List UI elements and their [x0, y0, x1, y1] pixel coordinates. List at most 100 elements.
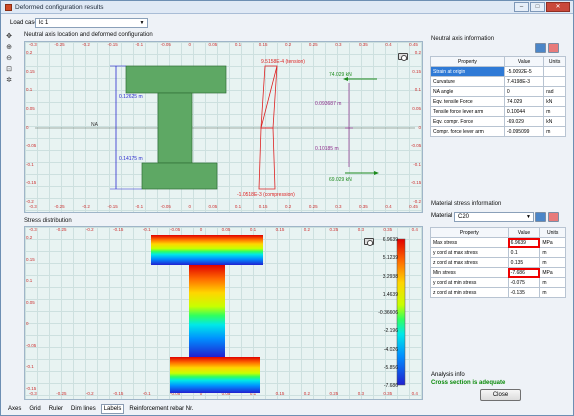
property-cell: z cord at min stress	[430, 287, 509, 298]
title-bar: Deformed configuration results – □ ✕	[1, 1, 573, 14]
table-row[interactable]: Strain at origin -5.0092E-5	[430, 66, 566, 77]
force-top-label: 74.029 kN	[329, 72, 352, 78]
table-row[interactable]: Tensile force lever arm 0.10044 m	[430, 106, 566, 117]
neutral-info-table: Property Value Units Strain at origin -5.00…	[430, 56, 566, 137]
chevron-down-icon: ▼	[139, 20, 145, 26]
units-cell: rad	[543, 86, 566, 97]
view-tab[interactable]: Ruler	[46, 404, 66, 414]
load-case-label: Load case	[10, 20, 38, 26]
strain-bottom-label: -1.0518E-3 (compression)	[237, 192, 295, 198]
top-flange	[125, 65, 227, 94]
units-cell	[543, 66, 566, 77]
na-label: NA	[91, 122, 99, 128]
property-cell: y cord at min stress	[430, 277, 509, 288]
zoom-window-icon[interactable]: ⊡	[5, 66, 13, 74]
table-row[interactable]: Min stress -7.686 MPa	[430, 267, 566, 278]
stress-plot[interactable]: -0.3 -0.25 -0.2 -0.15 -0.1 -0.05 0 0.05 0.1 0.15 0…	[24, 226, 423, 400]
units-cell: kN	[543, 96, 566, 107]
neutral-info-title: Neutral axis information	[431, 36, 495, 42]
close-window-button[interactable]: ✕	[546, 2, 570, 12]
units-cell: MPa	[539, 237, 566, 248]
col-property: Property	[430, 56, 505, 67]
view-tab[interactable]: Axes	[5, 404, 24, 414]
value-cell: 6.9639	[507, 237, 541, 248]
table-row[interactable]: NA angle 0 rad	[430, 86, 566, 97]
compression-force-head	[374, 171, 379, 175]
property-cell: NA angle	[430, 86, 505, 97]
info-panel: Neutral axis information Property Value Un…	[428, 30, 569, 401]
view-tab[interactable]: Reinforcement rebar Nr.	[126, 404, 196, 414]
table-row[interactable]: z cord at min stress -0.135 m	[430, 287, 566, 298]
property-cell: Tensile force lever arm	[430, 106, 505, 117]
chevron-down-icon: ▼	[526, 214, 531, 220]
view-toolbar: ✥ ⊕ ⊖ ⊡ ✲	[5, 33, 15, 88]
colorbar-label: 6.9639	[382, 237, 398, 243]
table-row[interactable]: z cord at max stress 0.135 m	[430, 257, 566, 268]
property-cell: y cord at max stress	[430, 247, 509, 258]
zoom-in-icon[interactable]: ⊕	[5, 44, 13, 52]
stress-drawing	[151, 235, 406, 393]
table-row[interactable]: y cord at max stress 0.1 m	[430, 247, 566, 258]
units-cell: kN	[543, 116, 566, 127]
property-cell: Strain at origin	[430, 66, 505, 77]
section-drawing: 0.12625 m 0.14175 m NA 9.5158E-4 (tensio…	[35, 59, 415, 198]
maximize-button[interactable]: □	[530, 2, 545, 12]
col-property: Property	[430, 227, 509, 238]
units-cell: m	[539, 277, 566, 288]
pan-icon[interactable]: ✥	[5, 33, 13, 41]
material-info-table: Property Value Units Max stress 6.9639 MPa y …	[430, 227, 566, 298]
zoom-out-icon[interactable]: ⊖	[5, 55, 13, 63]
load-case-select[interactable]: lc 1 ▼	[35, 18, 148, 28]
zoom-extents-icon[interactable]: ✲	[5, 77, 13, 85]
value-cell: -0.095099	[503, 126, 545, 137]
value-cell: 7.4198E-3	[503, 76, 545, 87]
property-cell: z cord at max stress	[430, 257, 509, 268]
dim-label-top: 0.12625 m	[119, 94, 143, 100]
dim-label-bottom: 0.14175 m	[119, 156, 143, 162]
stress-section-title: Stress distribution	[24, 218, 72, 224]
material-value: C20	[458, 214, 470, 220]
minimize-button[interactable]: –	[514, 2, 529, 12]
table-row[interactable]: Curvature 7.4198E-3	[430, 76, 566, 87]
value-cell: -5.0092E-5	[503, 66, 545, 77]
units-cell: MPa	[539, 267, 566, 278]
table-row[interactable]: Max stress 6.9639 MPa	[430, 237, 566, 248]
col-units: Units	[539, 227, 566, 238]
strain-compression	[258, 127, 276, 190]
app-icon	[5, 3, 12, 11]
results-window: Deformed configuration results – □ ✕ Loa…	[0, 0, 574, 416]
analysis-result: Cross section is adequate	[431, 380, 506, 386]
copy-icon[interactable]	[535, 43, 546, 53]
force-bottom-label: 69.029 kN	[329, 177, 352, 183]
col-value: Value	[507, 227, 541, 238]
view-tab[interactable]: Dim lines	[68, 404, 99, 414]
units-cell: m	[539, 257, 566, 268]
view-options-bar: Axes Grid Ruler Dim lines Labels Reinforcemen…	[5, 404, 196, 414]
property-cell: Max stress	[430, 237, 509, 248]
colorbar-label: -5.856	[383, 364, 398, 371]
export-icon[interactable]	[548, 43, 559, 53]
colorbar-label: 1.4639	[382, 291, 398, 298]
col-units: Units	[543, 56, 566, 67]
value-cell: 0.1	[507, 247, 541, 258]
close-button[interactable]: Close	[480, 389, 521, 401]
view-tab[interactable]: Grid	[26, 404, 43, 414]
table-row[interactable]: y cord at min stress -0.075 m	[430, 277, 566, 288]
copy-icon[interactable]	[535, 212, 546, 222]
colorbar-label: -0.36606	[378, 310, 398, 316]
export-icon[interactable]	[548, 212, 559, 222]
load-case-value: lc 1	[39, 20, 49, 26]
table-row[interactable]: Eqv. compr. Force -69.029 kN	[430, 116, 566, 127]
analysis-info-title: Analysis info	[431, 372, 465, 378]
view-tab[interactable]: Labels	[100, 404, 125, 414]
strain-top-label: 9.5158E-4 (tension)	[261, 59, 305, 65]
value-cell: -0.135	[507, 287, 541, 298]
units-cell: m	[543, 106, 566, 117]
table-row[interactable]: Compr. force lever arm -0.095099 m	[430, 126, 566, 137]
table-row[interactable]: Eqv. tensile Force 74.029 kN	[430, 96, 566, 107]
colorbar-label: 5.1239	[382, 255, 398, 262]
arm-bottom-label: 0.10185 m	[315, 146, 339, 152]
bottom-flange	[141, 162, 218, 190]
material-select[interactable]: C20 ▼	[454, 212, 534, 222]
deformed-plot[interactable]: -0.3 -0.25 -0.2 -0.15 -0.1 -0.05 0 0.05 0.1 0.15 0…	[24, 41, 423, 213]
